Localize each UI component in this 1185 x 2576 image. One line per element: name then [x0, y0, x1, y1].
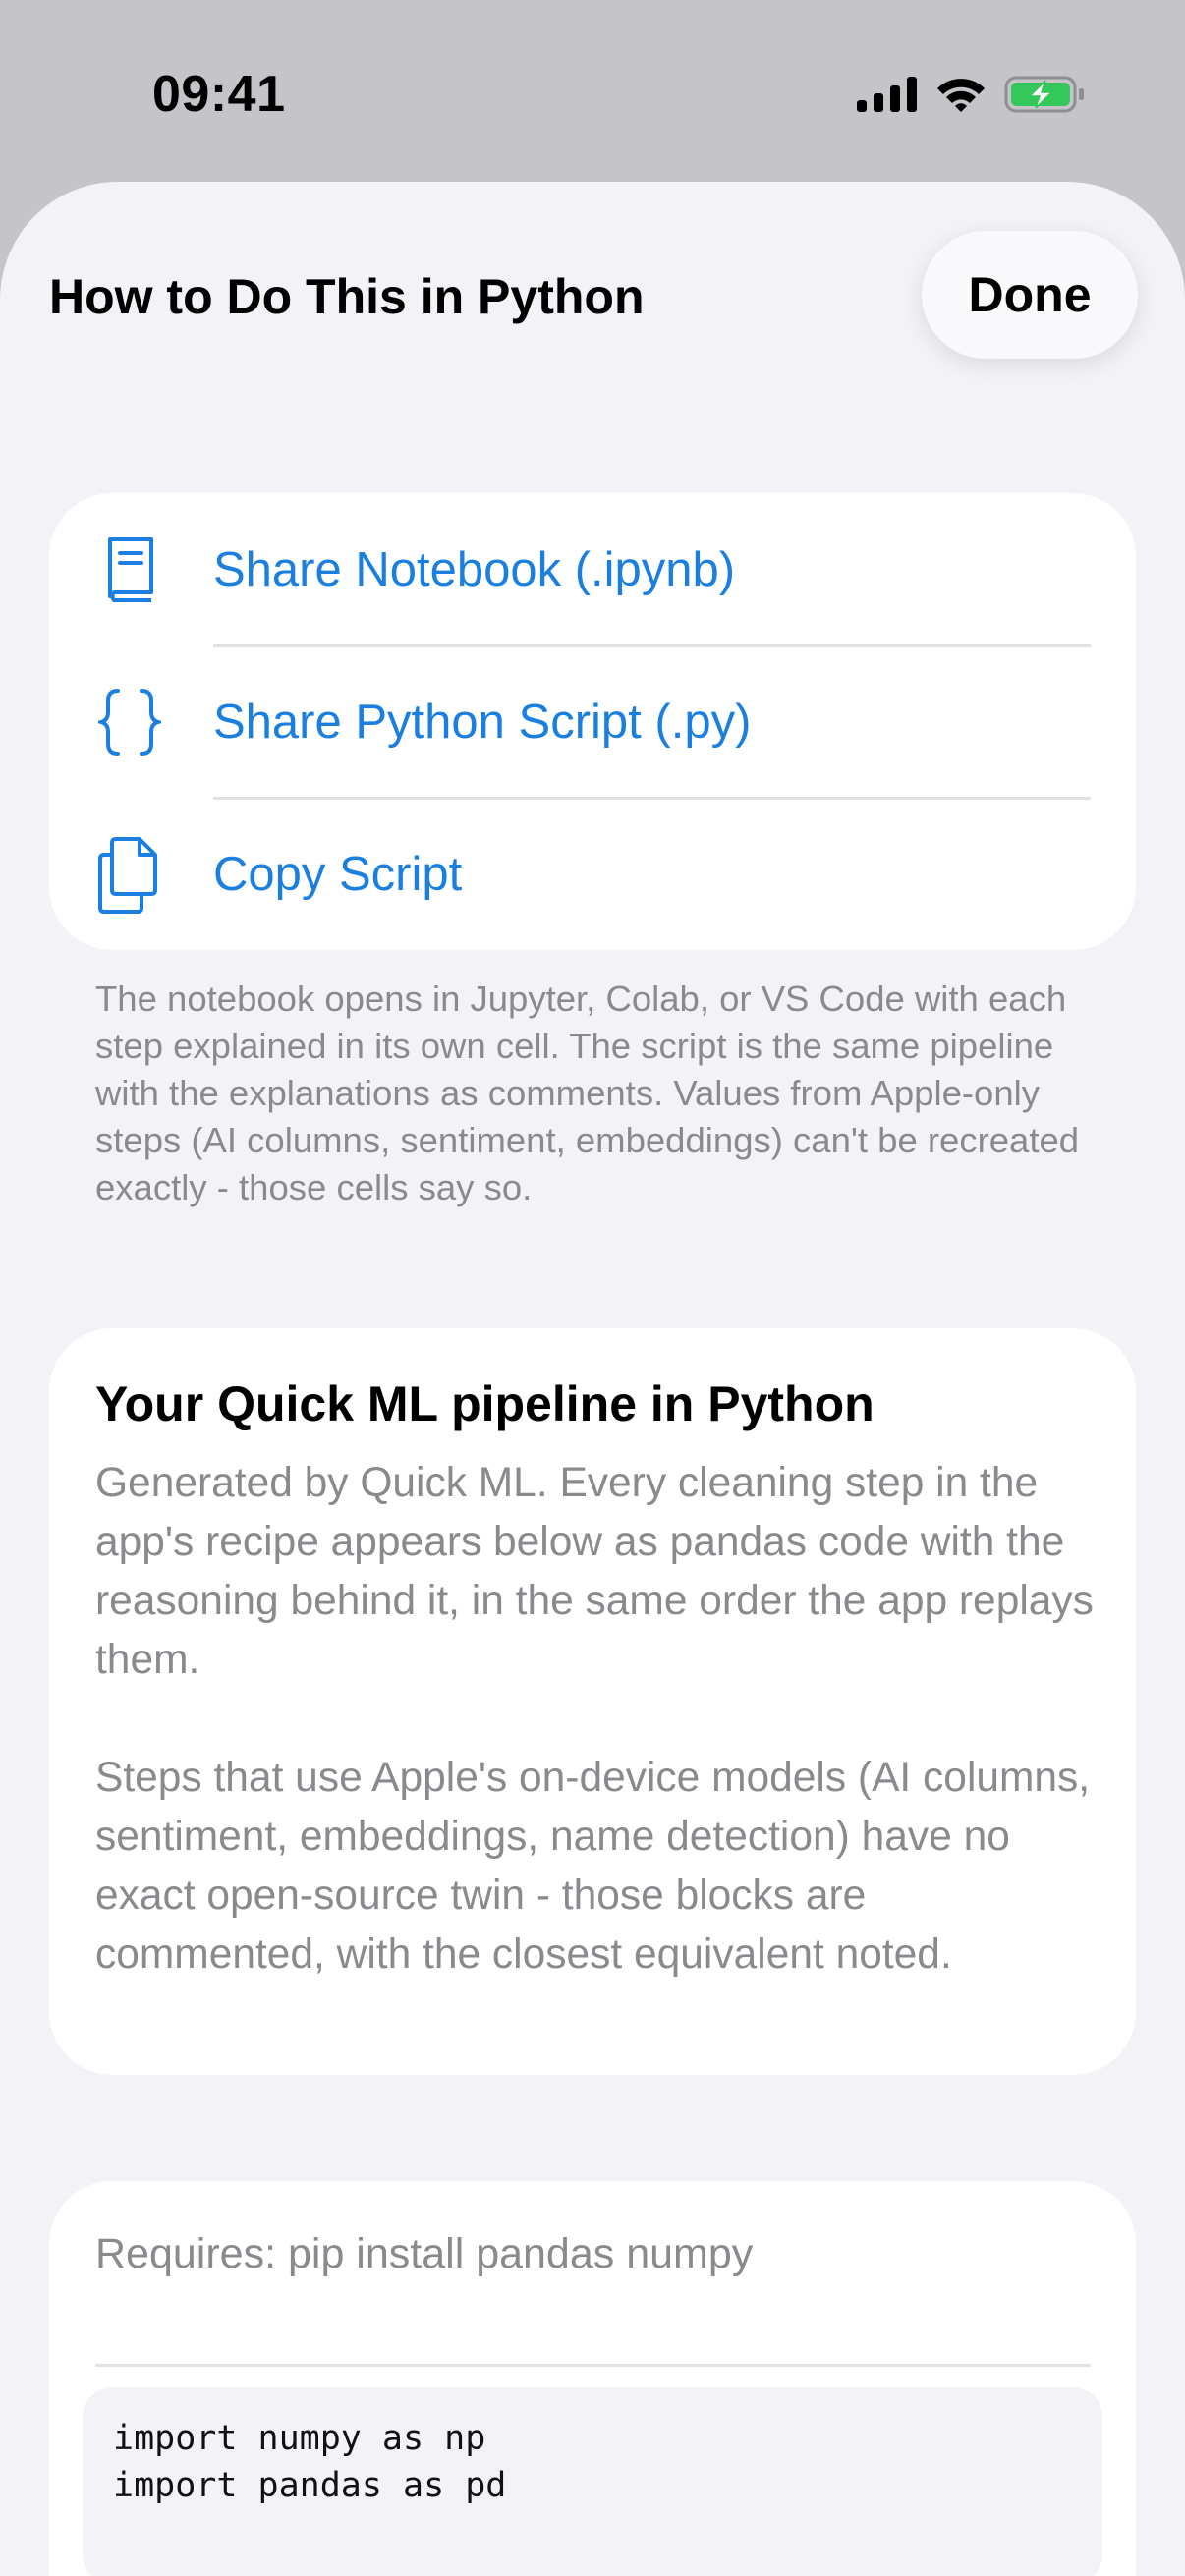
divider — [95, 2364, 1091, 2367]
status-bar: 09:41 — [0, 0, 1185, 187]
share-actions-card: Share Notebook (.ipynb) Share Python Scr… — [49, 493, 1136, 950]
explanation-paragraph: Steps that use Apple's on-device models … — [95, 1755, 1091, 1978]
code-block: import numpy as np import pandas as pd — [83, 2387, 1102, 2576]
export-footnote: The notebook opens in Jupyter, Colab, or… — [95, 979, 1080, 1207]
copy-script-button[interactable]: Copy Script — [49, 798, 1136, 950]
status-time: 09:41 — [152, 66, 286, 123]
explanation-title: Your Quick ML pipeline in Python — [95, 1376, 875, 1431]
pipeline-explanation-card: Your Quick ML pipeline in Python Generat… — [49, 1328, 1136, 2075]
cellular-signal-icon — [857, 77, 918, 117]
status-icons — [857, 75, 1085, 119]
share-python-script-label: Share Python Script (.py) — [213, 696, 752, 749]
wifi-icon — [935, 76, 987, 118]
copy-icon — [92, 837, 167, 914]
code-line: import pandas as pd — [113, 2466, 507, 2505]
book-icon — [92, 532, 167, 607]
copy-script-label: Copy Script — [213, 848, 463, 901]
share-notebook-button[interactable]: Share Notebook (.ipynb) — [49, 493, 1136, 645]
done-button[interactable]: Done — [922, 231, 1138, 359]
sheet-title: How to Do This in Python — [49, 269, 645, 324]
requirements-text: Requires: pip install pandas numpy — [95, 2230, 754, 2277]
share-notebook-label: Share Notebook (.ipynb) — [213, 543, 736, 596]
code-card: Requires: pip install pandas numpy impor… — [49, 2181, 1136, 2576]
share-python-script-button[interactable]: Share Python Script (.py) — [49, 645, 1136, 798]
python-export-sheet: How to Do This in Python Done Share Note… — [0, 182, 1185, 2576]
curly-braces-icon — [92, 685, 167, 759]
battery-charging-icon — [1004, 75, 1085, 119]
explanation-paragraph: Generated by Quick ML. Every cleaning st… — [95, 1460, 1094, 1683]
code-line: import numpy as np — [113, 2419, 486, 2458]
